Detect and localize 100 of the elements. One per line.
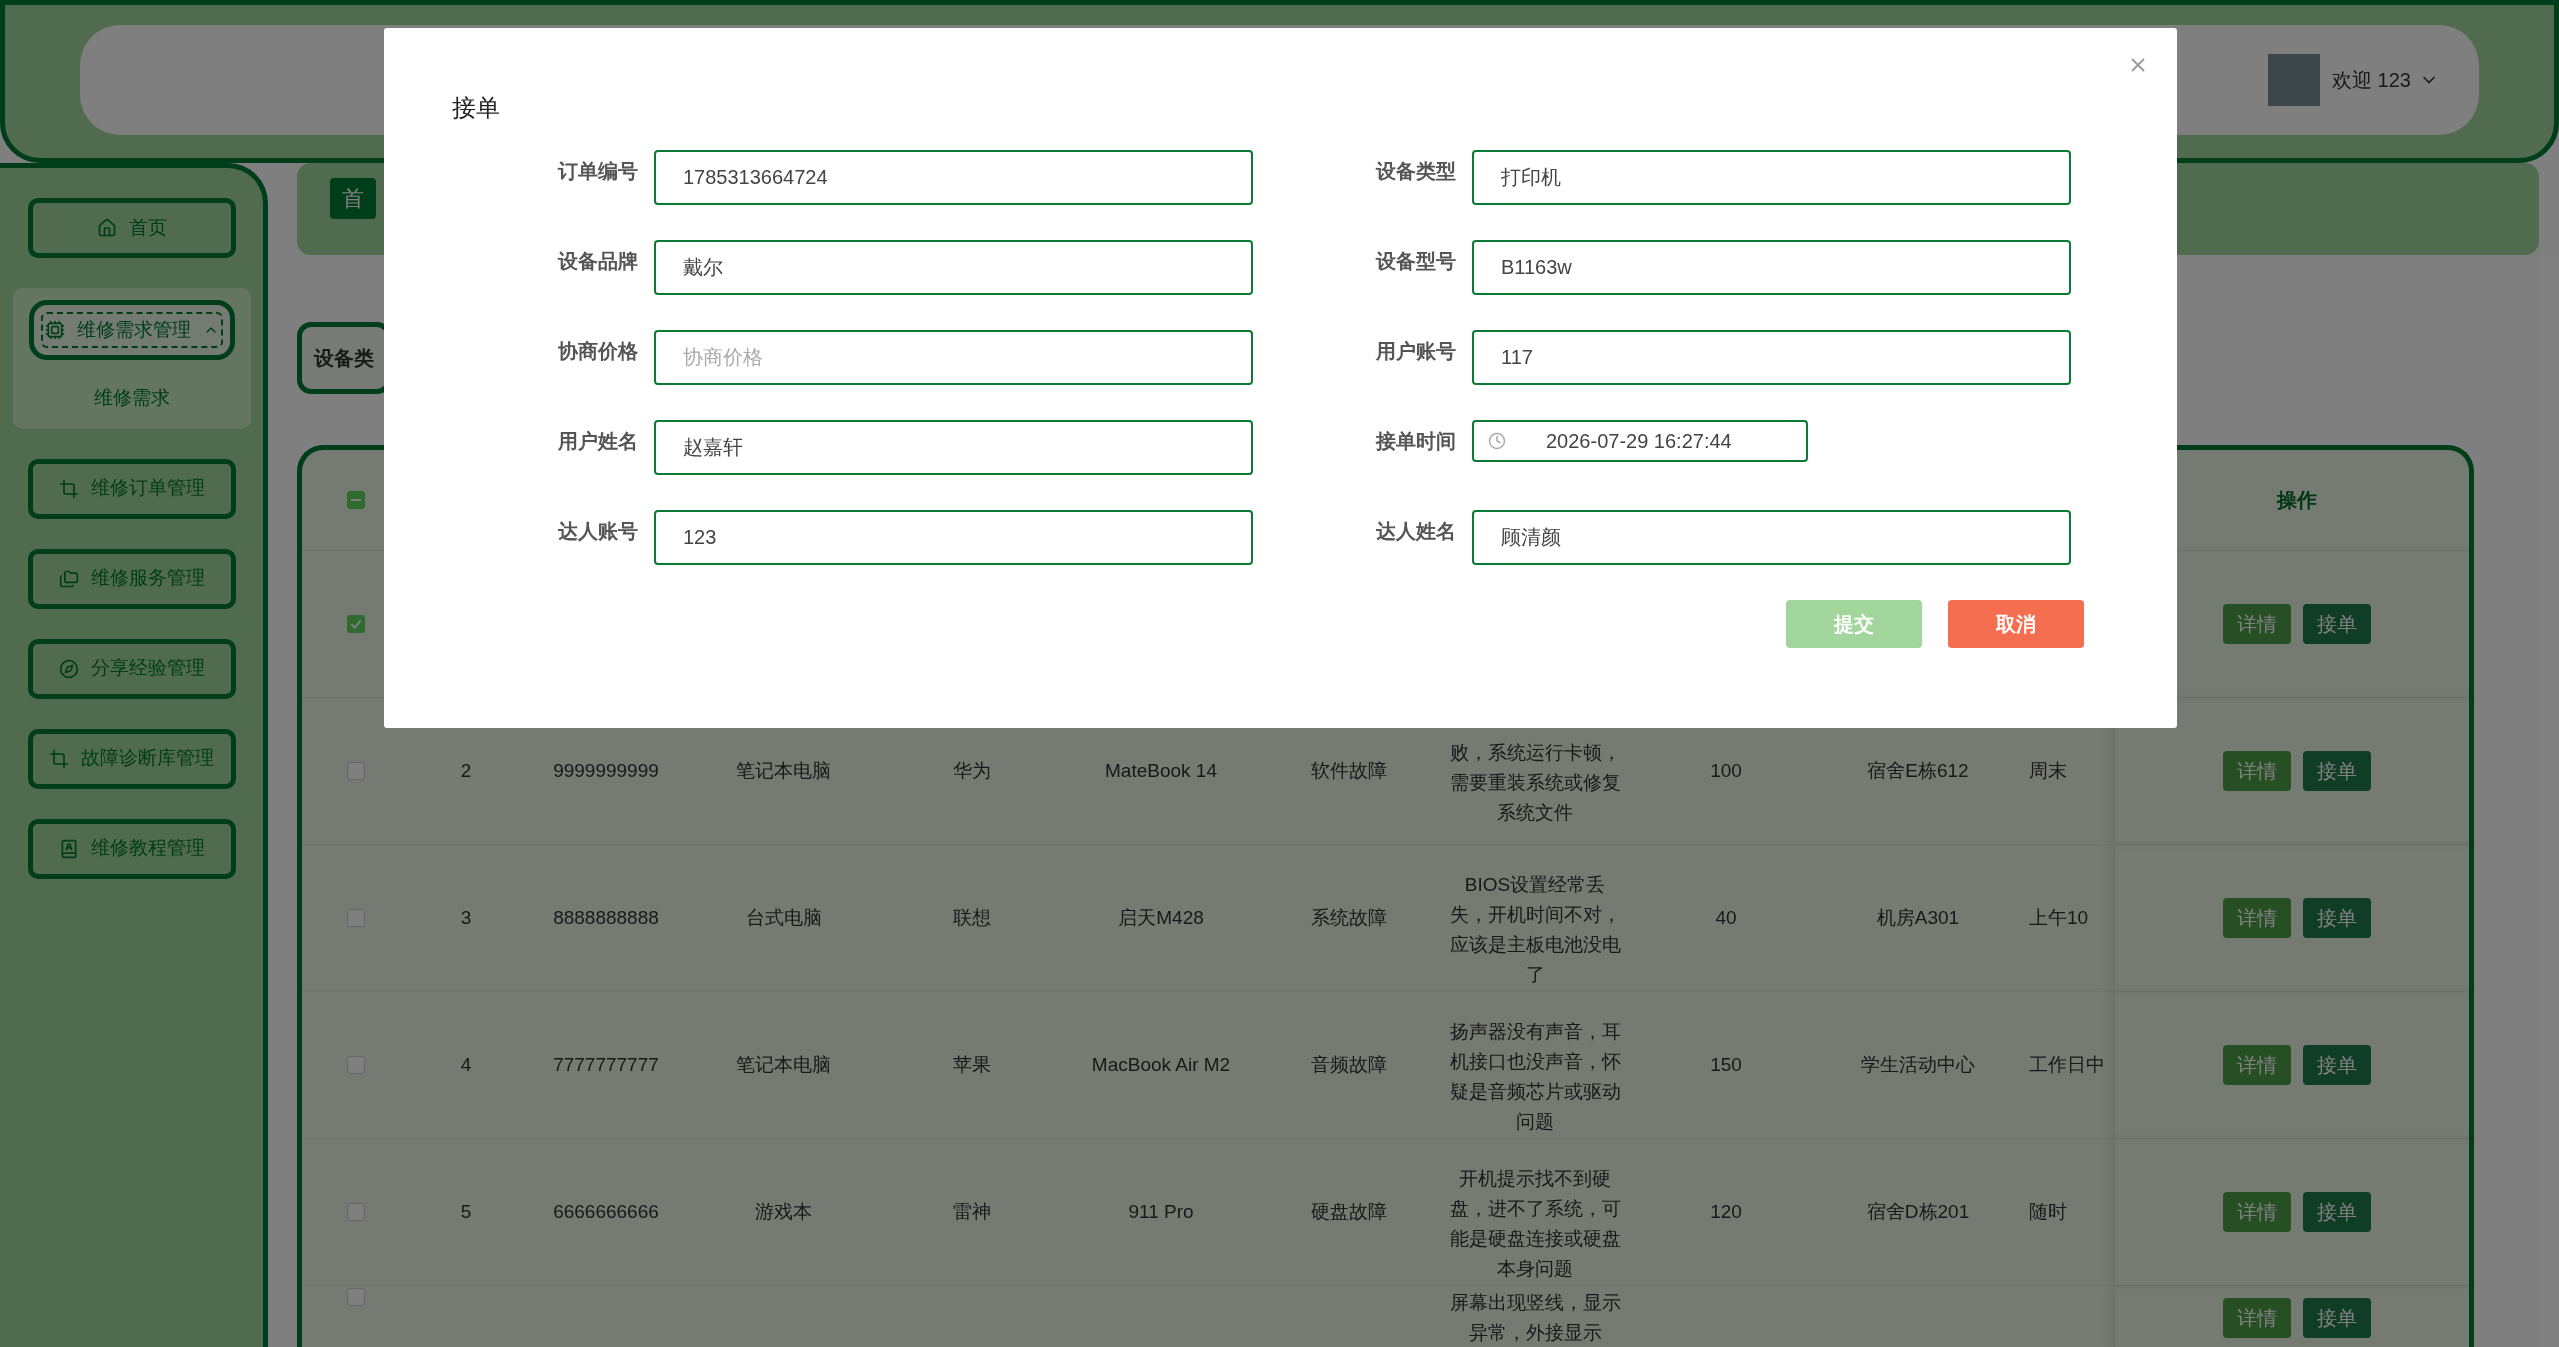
sidebar-item[interactable]: 维修教程管理: [27, 818, 236, 879]
details-button[interactable]: 详情: [2223, 751, 2291, 791]
submit-button[interactable]: 提交: [1786, 600, 1922, 648]
input-field[interactable]: 协商价格: [654, 330, 1253, 385]
table-cell-text: 音频故障: [1310, 1052, 1387, 1077]
field-label: 协商价格: [558, 339, 638, 364]
select-all-checkbox[interactable]: [346, 491, 365, 509]
crop-icon: [58, 478, 79, 499]
details-button[interactable]: 详情: [2223, 1298, 2291, 1338]
column-header: 操作: [2276, 488, 2317, 513]
input-field[interactable]: 123: [654, 510, 1253, 565]
table-cell-text: 雷神: [953, 1199, 991, 1224]
sidebar-item[interactable]: 首页: [27, 198, 236, 258]
datetime-field[interactable]: 2026-07-29 16:27:44: [1472, 420, 1808, 462]
user-menu[interactable]: 欢迎 123: [2332, 65, 2439, 95]
details-button[interactable]: 详情: [2223, 1045, 2291, 1085]
table-cell-text: 学生活动中心: [1861, 1052, 1975, 1077]
field-label: 设备品牌: [558, 249, 638, 274]
accept-order-button[interactable]: 接单: [2303, 1045, 2371, 1085]
row-checkbox[interactable]: [346, 1203, 365, 1221]
accept-order-button[interactable]: 接单: [2303, 1298, 2371, 1338]
details-button[interactable]: 详情: [2223, 604, 2291, 644]
table-cell-text: 联想: [953, 905, 991, 930]
field-label: 达人姓名: [1376, 519, 1456, 544]
sidebar-item[interactable]: 维修需求管理: [28, 300, 235, 360]
sidebar-item[interactable]: 维修订单管理: [27, 458, 236, 519]
row-checkbox[interactable]: [346, 615, 365, 633]
field-label: 设备类型: [1376, 159, 1456, 184]
clock-icon: [1488, 432, 1506, 450]
table-cell-text: 扬声器没有声音，耳机接口也没声音，怀疑是音频芯片或驱动问题: [1449, 1020, 1621, 1134]
accept-order-button[interactable]: 接单: [2303, 1192, 2371, 1232]
table-cell-text: 工作日中: [2029, 1052, 2105, 1077]
check-icon: [349, 618, 362, 630]
input-field[interactable]: 117: [1472, 330, 2071, 385]
input-field[interactable]: 赵嘉轩: [654, 420, 1253, 475]
input-field[interactable]: 1785313664724: [654, 150, 1253, 205]
accept-order-button[interactable]: 接单: [2303, 751, 2371, 791]
table-cell-text: 2: [460, 758, 472, 783]
table-cell-text: BIOS设置经常丢失，开机时间不对，应该是主板电池没电了: [1449, 873, 1621, 987]
table-cell-text: 硬盘故障: [1310, 1199, 1387, 1224]
details-button[interactable]: 详情: [2223, 898, 2291, 938]
table-cell-text: 败，系统运行卡顿，需要重装系统或修复系统文件: [1449, 741, 1621, 825]
table-cell-text: 4: [460, 1052, 472, 1077]
input-field[interactable]: B1163w: [1472, 240, 2071, 295]
table-cell-text: 软件故障: [1310, 758, 1387, 783]
accept-order-button[interactable]: 接单: [2303, 898, 2371, 938]
table-cell-text: 台式电脑: [745, 905, 822, 930]
table-cell-text: 7777777777: [553, 1052, 659, 1077]
row-checkbox[interactable]: [346, 1288, 365, 1306]
sidebar-item[interactable]: 分享经验管理: [27, 638, 236, 699]
table-cell-text: 8888888888: [553, 905, 659, 930]
input-field[interactable]: 打印机: [1472, 150, 2071, 205]
folders-icon: [58, 568, 79, 589]
table-cell-text: 5: [460, 1199, 472, 1224]
datetime-value: 2026-07-29 16:27:44: [1546, 429, 1732, 454]
field-label: 设备型号: [1376, 249, 1456, 274]
crop-icon: [49, 748, 69, 769]
table-cell-text: 游戏本: [755, 1199, 812, 1224]
table-cell-text: 150: [1710, 1052, 1742, 1077]
table-cell-text: 机房A301: [1876, 905, 1960, 930]
table-cell-text: 华为: [953, 758, 991, 783]
field-label: 用户账号: [1376, 339, 1456, 364]
submenu-item[interactable]: 维修需求: [93, 380, 170, 417]
table-cell-text: 随时: [2029, 1199, 2067, 1224]
table-cell-text: 笔记本电脑: [736, 1052, 831, 1077]
row-checkbox[interactable]: [346, 762, 365, 780]
table-cell-text: 9999999999: [553, 758, 659, 783]
accept-order-button[interactable]: 接单: [2303, 604, 2371, 644]
chip-icon: [44, 320, 65, 340]
input-field[interactable]: 戴尔: [654, 240, 1253, 295]
input-field[interactable]: 顾清颜: [1472, 510, 2071, 565]
cancel-button[interactable]: 取消: [1948, 600, 2084, 648]
compass-icon: [58, 658, 79, 679]
field-label: 达人账号: [558, 519, 638, 544]
field-label: 订单编号: [558, 159, 638, 184]
table-cell-text: 6666666666: [553, 1199, 659, 1224]
sidebar-item[interactable]: 维修服务管理: [27, 548, 236, 609]
table-cell-text: 屏幕出现竖线，显示异常，外接显示: [1449, 1291, 1621, 1345]
home-icon: [96, 218, 117, 238]
table-cell-text: 笔记本电脑: [736, 758, 831, 783]
table-cell-text: 宿舍E栋612: [1867, 758, 1969, 783]
table-cell-text: 苹果: [953, 1052, 991, 1077]
table-cell-text: 启天M428: [1118, 905, 1204, 930]
field-label: 接单时间: [1376, 429, 1456, 454]
details-button[interactable]: 详情: [2223, 1192, 2291, 1232]
table-cell-text: 上午10: [2029, 905, 2089, 930]
row-checkbox[interactable]: [346, 909, 365, 927]
dialog-title: 接单: [452, 93, 500, 123]
breadcrumb-tag[interactable]: 首: [330, 178, 376, 219]
table-cell-text: 911 Pro: [1128, 1199, 1194, 1224]
sidebar-item[interactable]: 故障诊断库管理: [27, 728, 236, 789]
field-label: 用户姓名: [558, 429, 638, 454]
avatar-photo-placeholder: [2268, 54, 2321, 106]
table-cell-text: 120: [1710, 1199, 1742, 1224]
table-cell-text: 100: [1710, 758, 1742, 783]
table-cell-text: 开机提示找不到硬盘，进不了系统，可能是硬盘连接或硬盘本身问题: [1449, 1167, 1621, 1281]
table-cell-text: 3: [460, 905, 472, 930]
table-cell-text: MacBook Air M2: [1091, 1052, 1231, 1077]
table-cell-text: 宿舍D栋201: [1866, 1199, 1970, 1224]
row-checkbox[interactable]: [346, 1056, 365, 1074]
